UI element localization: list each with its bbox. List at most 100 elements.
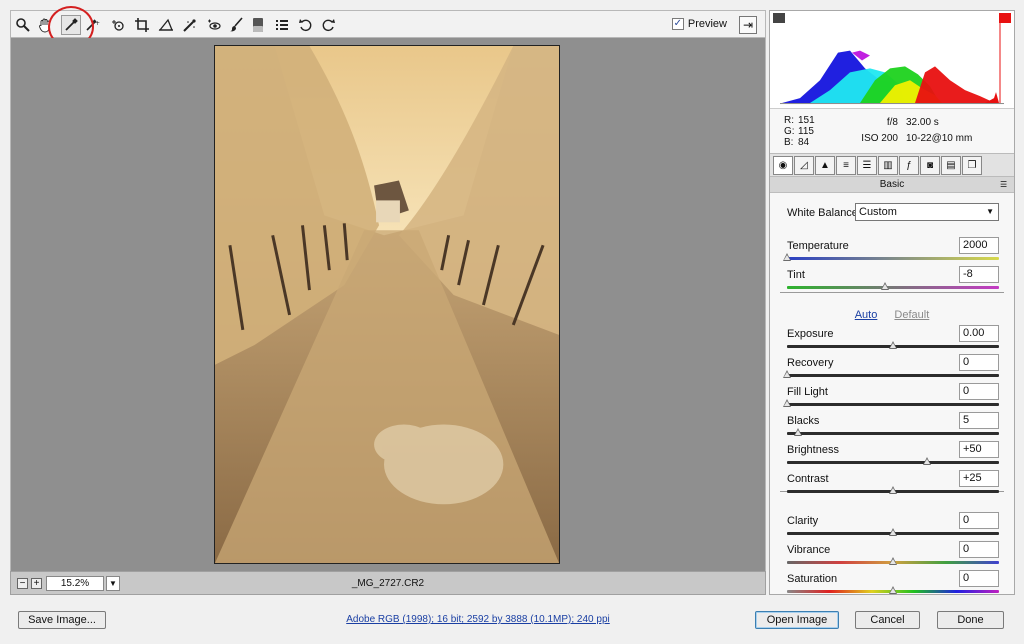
adjustment-brush-icon[interactable]	[226, 15, 246, 35]
slider-label: Clarity	[787, 515, 819, 527]
tab-presets[interactable]: ▤	[941, 155, 961, 175]
slider-value-input[interactable]: 0	[959, 512, 999, 529]
slider-thumb[interactable]	[889, 586, 897, 594]
panel-menu-icon[interactable]: ☰	[1000, 181, 1010, 189]
spot-removal-icon[interactable]	[180, 15, 200, 35]
crop-icon[interactable]	[132, 15, 152, 35]
white-balance-select[interactable]: Custom ▼	[855, 203, 999, 221]
open-image-button[interactable]: Open Image	[755, 611, 839, 629]
slider-thumb[interactable]	[793, 428, 802, 436]
shutter-speed: 32.00 s	[906, 117, 939, 128]
slider-brightness: Brightness +50	[770, 441, 1014, 471]
slider-track[interactable]	[787, 432, 999, 435]
rotate-cw-icon[interactable]	[318, 15, 338, 35]
slider-value-input[interactable]: -8	[959, 266, 999, 283]
slider-label: Exposure	[787, 328, 834, 340]
preferences-icon[interactable]	[272, 15, 292, 35]
tab-tone-curve[interactable]: ◿	[794, 155, 814, 175]
slider-value-input[interactable]: 0	[959, 354, 999, 371]
slider-thumb[interactable]	[783, 399, 791, 407]
histogram	[770, 11, 1014, 109]
tab-hsl[interactable]: ≡	[836, 155, 856, 175]
slider-label: Tint	[787, 269, 805, 281]
slider-contrast: Contrast +25	[770, 470, 1014, 500]
slider-label: Vibrance	[787, 544, 831, 556]
slider-label: Fill Light	[787, 386, 828, 398]
slider-temperature: Temperature 2000	[770, 237, 1014, 267]
tab-camera-calibration[interactable]: ◙	[920, 155, 940, 175]
workflow-options-link[interactable]: Adobe RGB (1998); 16 bit; 2592 by 3888 (…	[300, 614, 656, 625]
slider-clarity: Clarity 0	[770, 512, 1014, 542]
slider-label: Temperature	[787, 240, 849, 252]
slider-label: Brightness	[787, 444, 839, 456]
slider-value-input[interactable]: +50	[959, 441, 999, 458]
rgb-readout: R: 151 G: 115 B: 84	[784, 115, 815, 148]
b-value: 84	[798, 137, 810, 148]
fullscreen-icon[interactable]: ⇥	[739, 16, 757, 34]
slider-saturation: Saturation 0	[770, 570, 1014, 600]
slider-label: Saturation	[787, 573, 838, 585]
file-name: _MG_2727.CR2	[351, 578, 425, 589]
tab-snapshots[interactable]: ❐	[962, 155, 982, 175]
slider-value-input[interactable]: 2000	[959, 237, 999, 254]
lens: 10-22@10 mm	[906, 133, 973, 144]
svg-text:+: +	[95, 20, 100, 27]
slider-track[interactable]	[787, 286, 999, 289]
slider-thumb[interactable]	[889, 341, 897, 349]
slider-track[interactable]	[787, 403, 999, 406]
preview-canvas[interactable]	[10, 38, 766, 571]
slider-thumb[interactable]	[783, 370, 791, 378]
zoom-icon[interactable]	[13, 15, 33, 35]
slider-thumb[interactable]	[889, 557, 897, 565]
auto-link[interactable]: Auto	[855, 309, 878, 321]
tab-effects[interactable]: ƒ	[899, 155, 919, 175]
status-bar: − + 15.2% ▼ _MG_2727.CR2	[10, 571, 766, 595]
red-eye-icon[interactable]	[204, 15, 224, 35]
slider-value-input[interactable]: 5	[959, 412, 999, 429]
straighten-icon[interactable]	[156, 15, 176, 35]
slider-thumb[interactable]	[922, 457, 931, 465]
r-label: R:	[784, 115, 794, 126]
auto-default-row: Auto Default	[770, 309, 1014, 321]
slider-value-input[interactable]: 0	[959, 383, 999, 400]
slider-fill-light: Fill Light 0	[770, 383, 1014, 413]
chevron-down-icon: ▼	[986, 207, 994, 216]
target-adjust-icon[interactable]	[108, 15, 128, 35]
slider-thumb[interactable]	[889, 486, 897, 494]
slider-value-input[interactable]: 0	[959, 570, 999, 587]
tab-split-toning[interactable]: ☰	[857, 155, 877, 175]
slider-track[interactable]	[787, 461, 999, 464]
slider-thumb[interactable]	[880, 282, 889, 290]
slider-track[interactable]	[787, 374, 999, 377]
done-button[interactable]: Done	[937, 611, 1004, 629]
slider-value-input[interactable]: 0	[959, 541, 999, 558]
graduated-filter-icon[interactable]	[248, 15, 268, 35]
r-value: 151	[798, 115, 815, 126]
g-value: 115	[798, 126, 814, 137]
basic-controls: White Balance: Custom ▼ Auto Default Tem…	[770, 193, 1014, 596]
panel-tabs: ◉ ◿ ▲ ≡ ☰ ▥ ƒ ◙ ▤ ❐	[770, 153, 1014, 177]
tab-lens-corrections[interactable]: ▥	[878, 155, 898, 175]
tab-basic[interactable]: ◉	[773, 155, 793, 175]
rotate-ccw-icon[interactable]	[296, 15, 316, 35]
slider-thumb[interactable]	[783, 253, 791, 261]
photo-preview	[214, 45, 560, 564]
highlight-clipping-icon[interactable]	[999, 13, 1011, 23]
cancel-button[interactable]: Cancel	[855, 611, 920, 629]
save-image-button[interactable]: Save Image...	[18, 611, 106, 629]
preview-checkbox[interactable]: ✓	[671, 18, 684, 30]
default-link[interactable]: Default	[894, 309, 929, 321]
slider-thumb[interactable]	[889, 528, 897, 536]
slider-value-input[interactable]: 0.00	[959, 325, 999, 342]
shadow-clipping-icon[interactable]	[773, 13, 785, 23]
exif-info: f/8 32.00 s ISO 200 10-22@10 mm	[858, 115, 972, 147]
slider-track[interactable]	[787, 257, 999, 260]
slider-tint: Tint -8	[770, 266, 1014, 296]
aperture: f/8	[886, 117, 898, 128]
tab-detail[interactable]: ▲	[815, 155, 835, 175]
b-label: B:	[784, 137, 794, 148]
adjustments-panel: R: 151 G: 115 B: 84 f/8 32.00 s ISO 200 10-22…	[769, 10, 1015, 595]
preview-toggle[interactable]: ✓ Preview	[671, 18, 727, 30]
slider-value-input[interactable]: +25	[959, 470, 999, 487]
slider-recovery: Recovery 0	[770, 354, 1014, 384]
